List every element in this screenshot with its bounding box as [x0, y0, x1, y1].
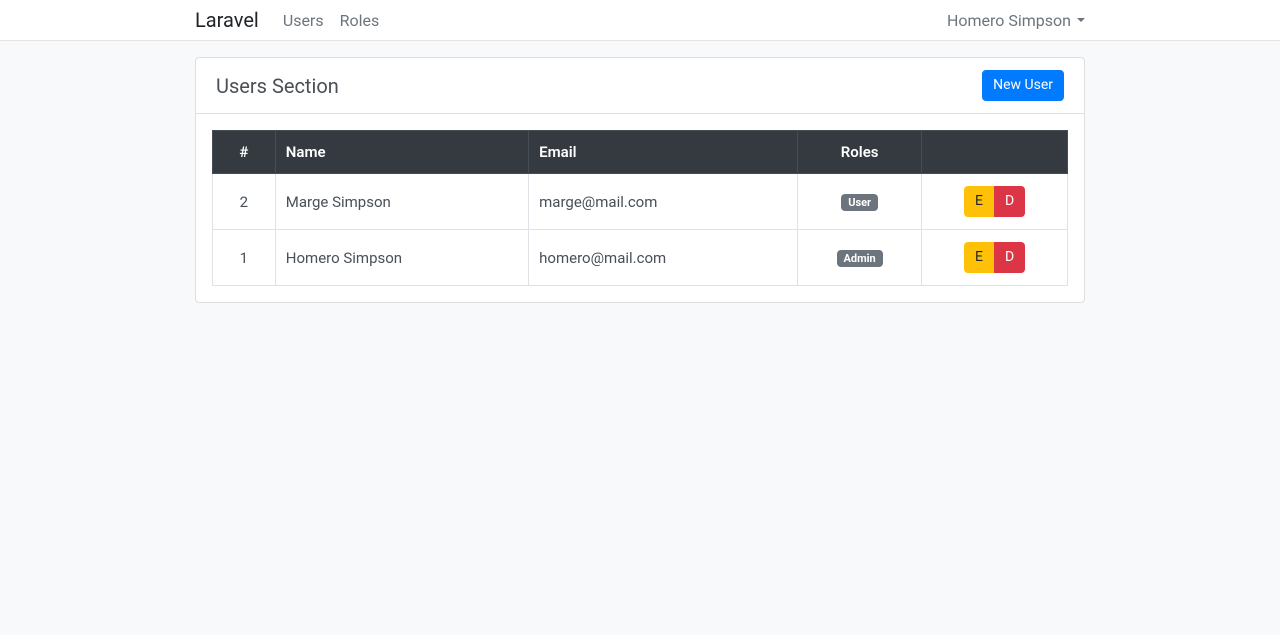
table-row: 1 Homero Simpson homero@mail.com Admin E…: [213, 230, 1068, 286]
nav-link-users[interactable]: Users: [275, 3, 332, 38]
th-name: Name: [275, 131, 528, 174]
th-id: #: [213, 131, 276, 174]
users-card: Users Section New User # Name Email Role…: [195, 57, 1085, 303]
cell-email: homero@mail.com: [529, 230, 798, 286]
navbar-right: Homero Simpson: [947, 11, 1085, 30]
delete-button[interactable]: D: [994, 242, 1025, 273]
action-button-group: E D: [964, 186, 1025, 217]
th-email: Email: [529, 131, 798, 174]
action-button-group: E D: [964, 242, 1025, 273]
cell-role: User: [798, 174, 922, 230]
th-actions: [922, 131, 1068, 174]
edit-button[interactable]: E: [964, 242, 994, 273]
card-header: Users Section New User: [196, 58, 1084, 114]
chevron-down-icon: [1077, 18, 1085, 22]
cell-role: Admin: [798, 230, 922, 286]
role-badge: User: [841, 194, 878, 211]
user-name-label: Homero Simpson: [947, 11, 1071, 30]
edit-button[interactable]: E: [964, 186, 994, 217]
main-content: Users Section New User # Name Email Role…: [180, 41, 1100, 303]
navbar: Laravel Users Roles Homero Simpson: [0, 0, 1280, 41]
delete-button[interactable]: D: [994, 186, 1025, 217]
th-roles: Roles: [798, 131, 922, 174]
table-row: 2 Marge Simpson marge@mail.com User E D: [213, 174, 1068, 230]
table-header-row: # Name Email Roles: [213, 131, 1068, 174]
navbar-left: Laravel Users Roles: [195, 8, 387, 32]
cell-id: 2: [213, 174, 276, 230]
cell-email: marge@mail.com: [529, 174, 798, 230]
nav-link-roles[interactable]: Roles: [332, 3, 388, 38]
brand-link[interactable]: Laravel: [195, 8, 259, 32]
new-user-button[interactable]: New User: [982, 70, 1064, 101]
card-body: # Name Email Roles 2 Marge Simpson marge…: [196, 114, 1084, 302]
cell-id: 1: [213, 230, 276, 286]
nav-links: Users Roles: [275, 11, 387, 30]
cell-actions: E D: [922, 230, 1068, 286]
role-badge: Admin: [837, 250, 883, 267]
users-table: # Name Email Roles 2 Marge Simpson marge…: [212, 130, 1068, 286]
cell-actions: E D: [922, 174, 1068, 230]
cell-name: Homero Simpson: [275, 230, 528, 286]
cell-name: Marge Simpson: [275, 174, 528, 230]
user-dropdown[interactable]: Homero Simpson: [947, 11, 1085, 30]
page-title: Users Section: [216, 74, 339, 98]
